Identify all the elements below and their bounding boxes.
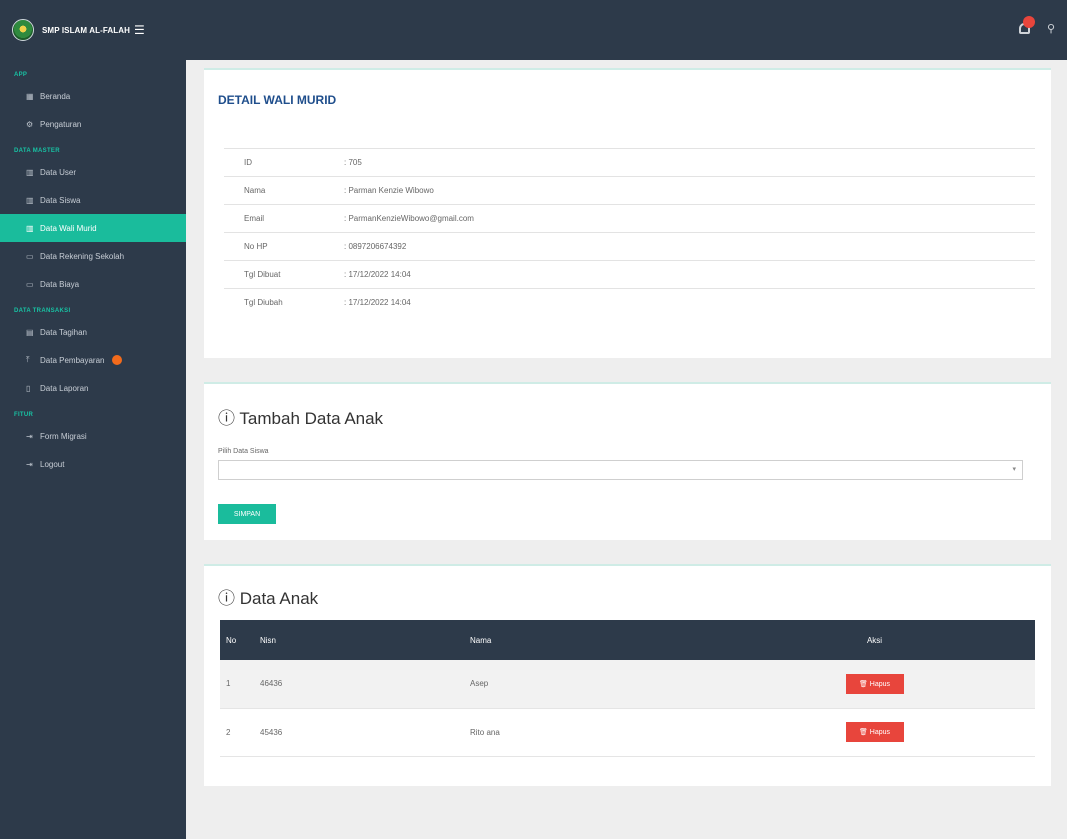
sidebar-item-label: Data Siswa [40, 195, 81, 205]
users-icon: ▥ [26, 223, 34, 233]
notification-bell-icon[interactable] [1017, 16, 1035, 36]
detail-row: No HP : 0897206674392 [224, 232, 1035, 261]
detail-row: Email : ParmanKenzieWibowo@gmail.com [224, 204, 1035, 233]
users-icon: ▥ [26, 195, 34, 205]
sidebar: APP ▦ Beranda ⚙ Pengaturan DATA MASTER ▥… [0, 60, 186, 839]
add-child-title: ⓘ Tambah Data Anak [218, 409, 384, 428]
table-row: 1 46436 Asep 🗑 Hapus [220, 660, 1035, 709]
detail-key: No HP [244, 242, 268, 251]
table-header-row: No Nisn Nama Aksi [220, 620, 1035, 660]
notification-badge [112, 355, 123, 365]
cell-nisn: 46436 [254, 660, 464, 709]
sidebar-item[interactable]: ▥ Data User [0, 158, 186, 186]
detail-row: ID : 705 [224, 148, 1035, 177]
detail-row: Tgl Dibuat : 17/12/2022 14:04 [224, 260, 1035, 289]
cell-nisn: 45436 [254, 708, 464, 757]
children-table: No Nisn Nama Aksi 1 46436 Asep 🗑 Hapus 2… [220, 620, 1035, 757]
sidebar-item-label: Logout [40, 459, 65, 469]
detail-card: DETAIL WALI MURID ID : 705 Nama : Parman… [204, 68, 1051, 358]
topbar-actions: ⚲ [1017, 16, 1055, 36]
cell-aksi: 🗑 Hapus [714, 708, 1035, 757]
detail-table: ID : 705 Nama : Parman Kenzie Wibowo Ema… [224, 148, 1035, 317]
sidebar-item-label: Beranda [40, 91, 71, 101]
detail-row: Nama : Parman Kenzie Wibowo [224, 176, 1035, 205]
cell-nama: Rito ana [464, 708, 714, 757]
student-select[interactable]: ▾ [218, 460, 1023, 480]
sidebar-item[interactable]: ⇥ Form Migrasi [0, 422, 186, 450]
sidebar-item[interactable]: ▥ Data Siswa [0, 186, 186, 214]
app-title: SMP ISLAM AL-FALAH [42, 25, 131, 35]
sidebar-item[interactable]: ▥ Data Wali Murid [0, 214, 186, 242]
sidebar-section-label: DATA MASTER [14, 148, 60, 154]
sidebar-item[interactable]: ▦ Beranda [0, 82, 186, 110]
column-header-nisn: Nisn [254, 620, 464, 660]
sidebar-item[interactable]: ⇥ Logout [0, 450, 186, 478]
children-card: ⓘ Data Anak No Nisn Nama Aksi 1 46436 As… [204, 564, 1051, 786]
page-title: DETAIL WALI MURID [218, 93, 337, 107]
delete-button[interactable]: 🗑 Hapus [845, 722, 904, 742]
gear-icon: ⚙ [26, 119, 34, 129]
sidebar-item-label: Data User [40, 167, 77, 177]
cell-nama: Asep [464, 660, 714, 709]
detail-value: : Parman Kenzie Wibowo [344, 186, 434, 195]
sidebar-section-label: DATA TRANSAKSI [14, 308, 71, 314]
add-child-card: ⓘ Tambah Data Anak Pilih Data Siswa ▾ SI… [204, 382, 1051, 540]
column-header-no: No [220, 620, 254, 660]
sidebar-item-label: Data Pembayaran [40, 355, 105, 365]
cell-no: 1 [220, 660, 254, 709]
upload-icon: ⤒ [26, 355, 30, 364]
cell-no: 2 [220, 708, 254, 757]
select-student-label: Pilih Data Siswa [218, 448, 269, 455]
sidebar-item-label: Pengaturan [40, 119, 82, 129]
detail-value: : 17/12/2022 14:04 [344, 270, 411, 279]
top-navbar: SMP ISLAM AL-FALAH ☰ ⚲ [0, 0, 1067, 60]
sidebar-item[interactable]: ⤒ Data Pembayaran [0, 346, 186, 374]
calendar-icon: ▤ [26, 327, 34, 337]
document-icon: ▯ [26, 383, 31, 393]
users-icon: ▥ [26, 167, 34, 177]
detail-value: : 17/12/2022 14:04 [344, 298, 411, 308]
notification-badge [1022, 16, 1035, 28]
sidebar-item[interactable]: ▯ Data Laporan [0, 374, 186, 402]
grid-icon: ▦ [26, 91, 34, 101]
sidebar-item-label: Data Tagihan [40, 327, 87, 337]
user-icon[interactable]: ⚲ [1047, 22, 1055, 35]
sidebar-item-label: Data Wali Murid [40, 223, 97, 233]
sidebar-item[interactable]: ▤ Data Tagihan [0, 318, 186, 346]
detail-value: : ParmanKenzieWibowo@gmail.com [344, 214, 474, 223]
sign-in-icon: ⇥ [26, 431, 33, 441]
sidebar-section-label: APP [14, 72, 28, 78]
sidebar-item[interactable]: ⚙ Pengaturan [0, 110, 186, 138]
brand[interactable]: SMP ISLAM AL-FALAH ☰ [0, 19, 190, 41]
detail-value: : 705 [344, 158, 362, 167]
save-button[interactable]: SIMPAN [218, 504, 276, 524]
detail-key: Tgl Dibuat [244, 270, 281, 279]
table-row: 2 45436 Rito ana 🗑 Hapus [220, 708, 1035, 757]
menu-toggle-icon[interactable]: ☰ [134, 23, 145, 37]
sidebar-section-label: FITUR [14, 412, 34, 418]
card-icon: ▭ [26, 279, 34, 289]
column-header-nama: Nama [464, 620, 714, 660]
column-header-aksi: Aksi [714, 620, 1035, 660]
sidebar-item-label: Data Laporan [40, 383, 89, 393]
detail-key: Nama [244, 186, 266, 195]
card-icon: ▭ [26, 251, 34, 261]
sidebar-item[interactable]: ▭ Data Biaya [0, 270, 186, 298]
sidebar-item-label: Data Rekening Sekolah [40, 251, 125, 261]
detail-key: Email [244, 214, 265, 223]
chevron-down-icon: ▾ [1012, 466, 1016, 473]
detail-key: ID [244, 158, 252, 167]
school-logo [12, 19, 34, 41]
detail-value: : 0897206674392 [344, 242, 407, 251]
detail-key: Tgl Diubah [244, 298, 283, 308]
sidebar-item-label: Data Biaya [40, 279, 80, 289]
sidebar-item-label: Form Migrasi [40, 431, 87, 441]
detail-row: Tgl Diubah : 17/12/2022 14:04 [224, 288, 1035, 317]
sign-out-icon: ⇥ [26, 459, 33, 469]
delete-button[interactable]: 🗑 Hapus [845, 673, 904, 694]
sidebar-item[interactable]: ▭ Data Rekening Sekolah [0, 242, 186, 270]
cell-aksi: 🗑 Hapus [714, 660, 1035, 709]
children-title: ⓘ Data Anak [218, 589, 319, 608]
